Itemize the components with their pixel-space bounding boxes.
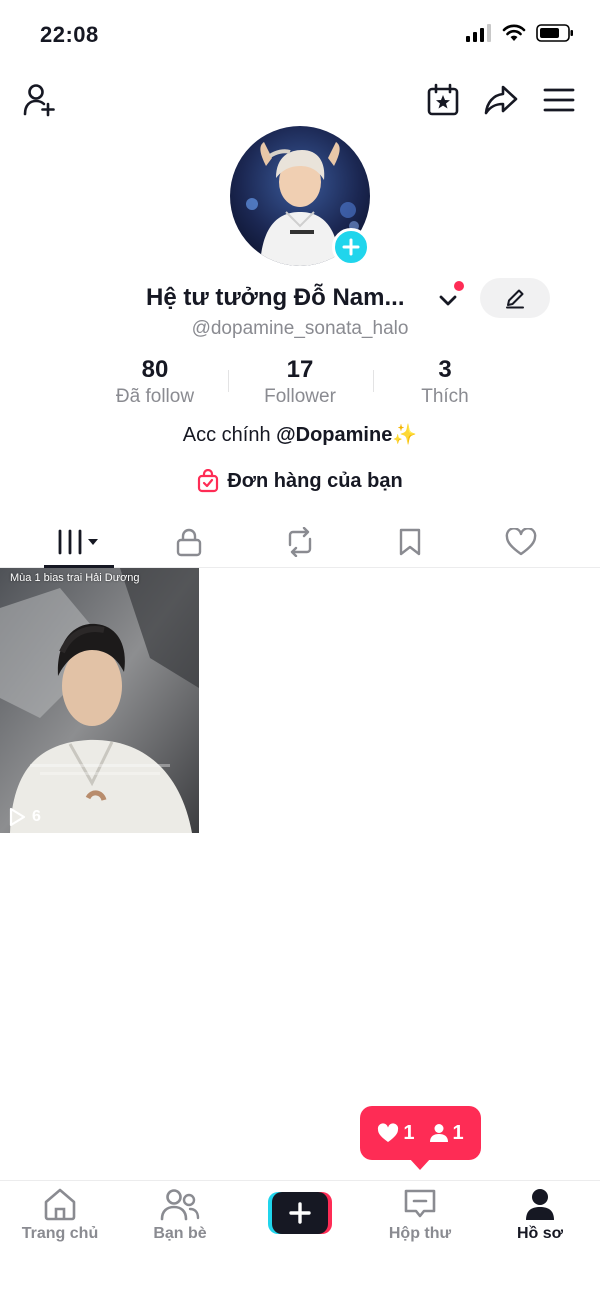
profile-avatar-container[interactable]: [230, 126, 370, 266]
shopping-bag-icon: [198, 469, 219, 493]
tab-private[interactable]: [129, 516, 249, 568]
notif-likes: 1: [377, 1121, 415, 1145]
profile-stats: 80 Đã follow 17 Follower 3 Thích: [0, 356, 600, 416]
bio: Acc chính @Dopamine✨: [0, 422, 600, 447]
video-thumbnail[interactable]: Mùa 1 bias trai Hải Dương 6: [0, 568, 199, 833]
lock-icon: [176, 528, 202, 557]
chevron-down-icon[interactable]: [436, 288, 460, 312]
nav-friends[interactable]: Bạn bè: [120, 1187, 240, 1253]
notif-followers: 1: [429, 1122, 464, 1145]
nav-inbox[interactable]: Hộp thư: [360, 1187, 480, 1253]
name-row: Hệ tư tưởng Đỗ Nam...: [0, 278, 600, 322]
notification-bubble-tail: [409, 1158, 431, 1170]
add-friend-button[interactable]: [20, 80, 60, 120]
share-button[interactable]: [481, 80, 521, 120]
inbox-icon: [404, 1189, 436, 1218]
stat-divider: [373, 370, 374, 392]
friends-icon: [160, 1189, 200, 1221]
heart-filled-icon: [378, 1123, 399, 1142]
display-name: Hệ tư tưởng Đỗ Nam...: [146, 284, 405, 311]
hamburger-menu-icon: [543, 88, 575, 112]
stat-following-value: 80: [141, 356, 169, 383]
sparkles-emoji: ✨: [392, 424, 418, 446]
orders-link[interactable]: Đơn hàng của bạn: [0, 466, 600, 496]
stat-divider: [228, 370, 229, 392]
status-icons: [466, 24, 574, 42]
notification-dot: [454, 281, 464, 291]
stat-following[interactable]: 80 Đã follow: [85, 356, 225, 408]
stat-followers-label: Follower: [264, 386, 336, 407]
create-button[interactable]: [268, 1192, 332, 1234]
status-bar: 22:08: [0, 0, 600, 70]
activity-notification-bubble[interactable]: 1 1: [360, 1106, 481, 1160]
notif-followers-count: 1: [452, 1121, 464, 1144]
video-caption: Mùa 1 bias trai Hải Dương: [10, 572, 140, 584]
add-user-icon: [23, 84, 55, 117]
share-icon: [484, 85, 518, 115]
tab-reposts[interactable]: [240, 516, 360, 568]
grid-icon: [58, 529, 98, 555]
home-icon: [44, 1188, 76, 1221]
profile-icon: [526, 1189, 554, 1220]
status-time: 22:08: [40, 22, 99, 47]
nav-profile[interactable]: Hồ sơ: [480, 1187, 600, 1253]
calendar-button[interactable]: [423, 80, 463, 120]
calendar-star-icon: [427, 83, 459, 116]
stat-likes-label: Thích: [421, 386, 469, 407]
tab-favorites[interactable]: [350, 516, 470, 568]
tab-videos[interactable]: [19, 516, 139, 568]
stat-following-label: Đã follow: [115, 386, 195, 407]
nav-home[interactable]: Trang chủ: [0, 1187, 120, 1253]
wifi-icon: [502, 24, 526, 41]
repost-icon: [288, 527, 312, 557]
edit-profile-button[interactable]: [480, 278, 550, 318]
heart-icon: [505, 528, 537, 556]
orders-label: Đơn hàng của bạn: [227, 469, 403, 492]
notif-likes-count: 1: [403, 1121, 415, 1144]
pencil-icon: [506, 289, 524, 309]
video-play-count-value: 6: [32, 808, 41, 825]
stat-followers[interactable]: 17 Follower: [230, 356, 370, 408]
play-icon: [9, 807, 26, 827]
nav-home-label: Trang chủ: [21, 1225, 99, 1242]
bookmark-icon: [399, 528, 421, 556]
username-handle: @dopamine_sonata_halo: [191, 318, 409, 339]
stat-followers-value: 17: [286, 356, 314, 383]
add-story-button[interactable]: [332, 228, 370, 266]
video-play-count: 6: [8, 807, 41, 827]
bottom-nav: Trang chủ Bạn bè Hộp thư Hồ sơ: [0, 1180, 600, 1299]
nav-inbox-label: Hộp thư: [388, 1225, 452, 1242]
nav-friends-label: Bạn bè: [153, 1225, 207, 1242]
plus-icon: [342, 238, 360, 256]
stat-likes-value: 3: [438, 356, 452, 383]
plus-icon: [268, 1192, 332, 1234]
bio-mention-link[interactable]: @Dopamine: [276, 424, 392, 446]
stat-likes[interactable]: 3 Thích: [375, 356, 515, 408]
video-thumbnail-image: [0, 568, 199, 833]
nav-profile-label: Hồ sơ: [516, 1225, 564, 1242]
tab-liked[interactable]: [461, 516, 581, 568]
bio-text: Acc chính: [182, 424, 277, 446]
content-tabs: [0, 516, 600, 568]
battery-icon: [536, 24, 573, 42]
signal-icon: [466, 24, 491, 42]
top-nav: [0, 80, 600, 124]
menu-button[interactable]: [539, 80, 579, 120]
person-filled-icon: [429, 1124, 448, 1142]
